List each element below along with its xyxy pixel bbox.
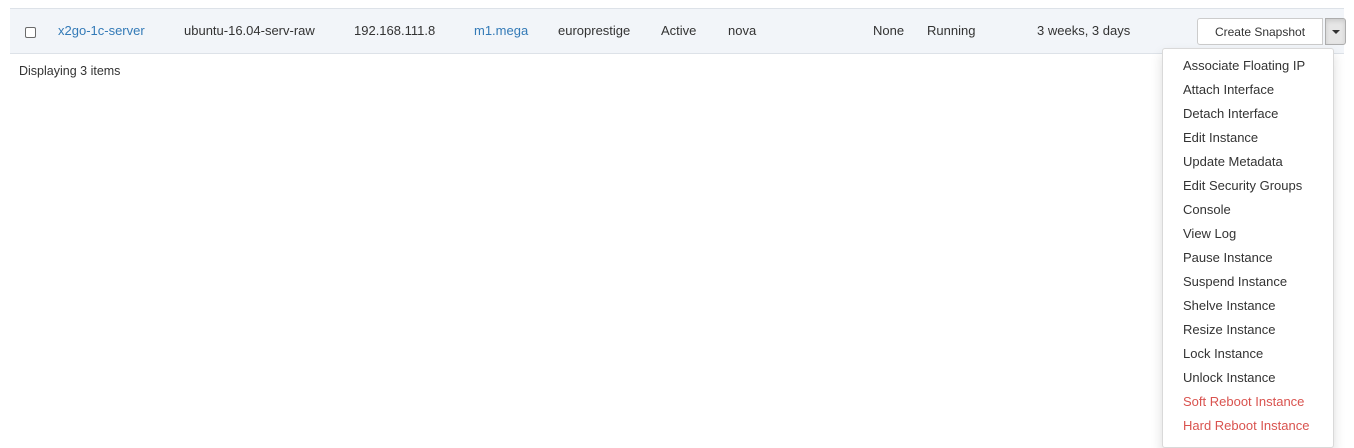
menu-item-soft-reboot-instance[interactable]: Soft Reboot Instance <box>1163 390 1333 414</box>
create-snapshot-button[interactable]: Create Snapshot <box>1197 18 1323 45</box>
menu-item-lock-instance[interactable]: Lock Instance <box>1163 342 1333 366</box>
row-select-checkbox[interactable] <box>25 27 36 38</box>
menu-item-attach-interface[interactable]: Attach Interface <box>1163 78 1333 102</box>
menu-item-shelve-instance[interactable]: Shelve Instance <box>1163 294 1333 318</box>
menu-item-pause-instance[interactable]: Pause Instance <box>1163 246 1333 270</box>
menu-item-view-log[interactable]: View Log <box>1163 222 1333 246</box>
actions-dropdown-toggle[interactable] <box>1325 18 1346 45</box>
key-pair-cell: europrestige <box>558 23 631 38</box>
status-cell: Active <box>661 23 697 38</box>
item-count-text: Displaying 3 items <box>19 64 121 78</box>
table-row: x2go-1c-server ubuntu-16.04-serv-raw 192… <box>10 8 1346 54</box>
menu-item-associate-floating-ip[interactable]: Associate Floating IP <box>1163 54 1333 78</box>
ip-address-cell: 192.168.111.8 <box>354 23 436 38</box>
menu-item-unlock-instance[interactable]: Unlock Instance <box>1163 366 1333 390</box>
task-cell: None <box>873 23 905 38</box>
instance-name-link[interactable]: x2go-1c-server <box>58 9 145 53</box>
flavor-link[interactable]: m1.mega <box>474 9 528 53</box>
menu-item-edit-instance[interactable]: Edit Instance <box>1163 126 1333 150</box>
menu-item-hard-reboot-instance[interactable]: Hard Reboot Instance <box>1163 414 1333 438</box>
actions-dropdown-menu: Associate Floating IP Attach Interface Det… <box>1162 48 1334 448</box>
caret-down-icon <box>1332 30 1340 34</box>
menu-item-update-metadata[interactable]: Update Metadata <box>1163 150 1333 174</box>
menu-item-console[interactable]: Console <box>1163 198 1333 222</box>
image-name-cell: ubuntu-16.04-serv-raw <box>184 23 315 38</box>
menu-item-resize-instance[interactable]: Resize Instance <box>1163 318 1333 342</box>
menu-item-suspend-instance[interactable]: Suspend Instance <box>1163 270 1333 294</box>
availability-zone-cell: nova <box>728 23 757 38</box>
menu-item-detach-interface[interactable]: Detach Interface <box>1163 102 1333 126</box>
menu-item-edit-security-groups[interactable]: Edit Security Groups <box>1163 174 1333 198</box>
age-cell: 3 weeks, 3 days <box>1037 23 1131 38</box>
power-state-cell: Running <box>927 23 976 38</box>
